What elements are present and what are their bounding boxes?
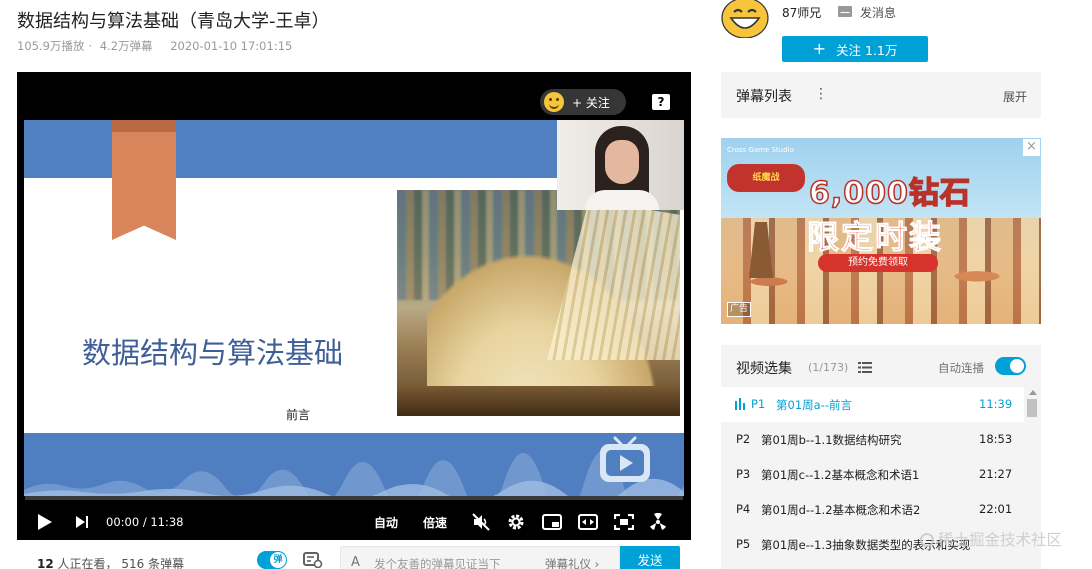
list-view-icon[interactable] [858, 362, 872, 373]
episode-title: 第01周b--1.1数据结构研究 [761, 433, 902, 447]
episode-duration: 18:53 [979, 432, 1013, 446]
danmaku-etiquette-link[interactable]: 弹幕礼仪 › [545, 556, 599, 569]
autoplay-label: 自动连播 [938, 361, 984, 375]
publish-date: 2020-01-10 17:01:15 [170, 39, 293, 53]
progress-bar[interactable] [25, 496, 683, 500]
episode-item[interactable]: P4 第01周d--1.2基本概念和术语2 22:01 [721, 492, 1024, 527]
danmaku-settings-icon[interactable] [303, 552, 323, 568]
open-book-image [397, 190, 680, 416]
playlist-header: 视频选集 (1/173) 自动连播 [721, 345, 1041, 387]
total-time: 11:38 [150, 515, 184, 529]
episode-title: 第01周a--前言 [776, 398, 852, 412]
danmaku-toggle[interactable]: 弹 [257, 551, 287, 569]
episode-duration: 21:27 [979, 467, 1013, 481]
widescreen-icon[interactable] [578, 512, 598, 532]
ad-cta-ribbon: 预约免费领取 [818, 254, 938, 272]
autoplay-toggle[interactable] [995, 357, 1026, 375]
danmaku-send-bar: 12 人正在看， 516 条弹幕 弹 A 发个友善的弹幕见证当下 弹幕礼仪 › … [17, 540, 691, 569]
lecturer-webcam [557, 120, 684, 210]
ad-banner[interactable]: Cross Game Studio 纸魔战 6,000钻石 限定时装 预约免费领… [721, 138, 1041, 324]
fullscreen-icon[interactable] [614, 512, 634, 532]
episode-item[interactable]: P3 第01周c--1.2基本概念和术语1 21:27 [721, 457, 1024, 492]
current-time: 00:00 [106, 515, 140, 529]
episode-number: P1 [751, 397, 766, 411]
ad-tag: 广告 [727, 302, 751, 317]
watermark-text: 稀土掘金技术社区 [938, 531, 1063, 549]
send-danmaku-button[interactable]: 发送 [620, 546, 680, 569]
site-watermark: 稀土掘金技术社区 [920, 528, 1062, 550]
video-meta: 105.9万播放 · 4.2万弹幕 2020-01-10 17:01:15 [17, 38, 296, 54]
play-count: 105.9万播放 [17, 39, 85, 53]
uploader-name[interactable]: 87师兄 [782, 4, 821, 21]
next-episode-icon[interactable] [75, 512, 93, 532]
ad-subheadline: 限定时装 [806, 218, 944, 257]
player-top-overlay: + 关注 ? [17, 72, 691, 120]
ad-headline: 6,000钻石 [808, 175, 971, 212]
bilibili-tv-logo-icon [600, 436, 650, 482]
ad-game-logo: 纸魔战 [727, 164, 805, 192]
scroll-up-arrow-icon[interactable] [1029, 390, 1037, 395]
danmaku-number: 516 [121, 557, 145, 569]
smiley-avatar-icon [544, 92, 564, 112]
episode-title: 第01周c--1.2基本概念和术语1 [761, 468, 920, 482]
episode-number: P3 [736, 467, 751, 481]
picture-in-picture-icon[interactable] [542, 512, 562, 532]
slide-subtitle: 前言 [286, 408, 311, 422]
help-icon[interactable]: ? [652, 94, 670, 110]
gear-icon[interactable] [507, 512, 525, 532]
player-follow-button[interactable]: + 关注 [540, 89, 626, 115]
viewer-text: 人正在看， [57, 557, 118, 569]
episode-number: P5 [736, 537, 751, 551]
video-frame: 数据结构与算法基础 前言 [24, 120, 684, 496]
viewer-stats: 12 人正在看， 516 条弹幕 [37, 555, 184, 569]
volume-muted-icon[interactable] [472, 512, 490, 532]
uploader-avatar[interactable] [721, 0, 769, 38]
danmaku-list-title: 弹幕列表 [736, 89, 792, 105]
time-separator: / [142, 515, 147, 529]
more-options-icon[interactable]: ⋮ [814, 86, 828, 102]
video-player[interactable]: + 关注 ? 数据结构与算法基础 前言 00:00 / 11:38 自动 倍速 [17, 72, 691, 540]
episode-number: P4 [736, 502, 751, 516]
meta-separator: · [88, 39, 93, 53]
send-message-link[interactable]: 发消息 [860, 4, 896, 21]
episode-title: 第01周d--1.2基本概念和术语2 [761, 503, 921, 517]
time-display: 00:00 / 11:38 [106, 512, 184, 532]
plus-icon: + [812, 39, 827, 58]
danmaku-mode-icon[interactable] [649, 512, 667, 532]
play-icon[interactable] [37, 512, 55, 532]
episode-duration: 22:01 [979, 502, 1013, 516]
playlist-count: (1/173) [808, 361, 849, 374]
episode-item[interactable]: P2 第01周b--1.1数据结构研究 18:53 [721, 422, 1024, 457]
danmaku-input[interactable]: A 发个友善的弹幕见证当下 弹幕礼仪 › [340, 546, 620, 569]
danmaku-text: 条弹幕 [148, 557, 185, 569]
follow-button[interactable]: + 关注 1.1万 [782, 36, 928, 62]
slide-title: 数据结构与算法基础 [82, 336, 344, 370]
danmaku-toggle-label: 弹 [270, 552, 286, 568]
danmaku-placeholder: 发个友善的弹幕见证当下 [374, 557, 501, 569]
player-follow-label: + 关注 [572, 95, 610, 110]
expand-button[interactable]: 展开 [1003, 88, 1027, 105]
playlist-title: 视频选集 [736, 361, 792, 377]
player-controls: 00:00 / 11:38 自动 倍速 [17, 504, 691, 540]
mail-icon[interactable] [838, 6, 852, 17]
follow-label: 关注 1.1万 [836, 42, 898, 58]
close-icon[interactable]: × [1023, 139, 1040, 156]
ad-studio-text: Cross Game Studio [727, 146, 794, 154]
episode-duration: 11:39 [979, 397, 1013, 411]
scrollbar-thumb[interactable] [1027, 399, 1037, 417]
watermark-logo-icon [920, 533, 934, 547]
viewer-count: 12 [37, 557, 54, 569]
now-playing-icon [735, 398, 745, 410]
video-title: 数据结构与算法基础（青岛大学-王卓） [17, 11, 330, 32]
text-style-icon[interactable]: A [351, 555, 360, 569]
quality-auto-button[interactable]: 自动 [374, 512, 398, 532]
danmaku-density-wave [24, 450, 684, 496]
slide-bookmark-ribbon [112, 120, 176, 240]
episode-item-active[interactable]: P1 第01周a--前言 11:39 [721, 387, 1024, 422]
danmaku-count: 4.2万弹幕 [99, 39, 153, 53]
episode-number: P2 [736, 432, 751, 446]
danmaku-list-panel[interactable]: 弹幕列表 ⋮ 展开 [721, 72, 1041, 118]
playback-speed-button[interactable]: 倍速 [423, 512, 447, 532]
slide-bookmark-top [112, 120, 176, 132]
